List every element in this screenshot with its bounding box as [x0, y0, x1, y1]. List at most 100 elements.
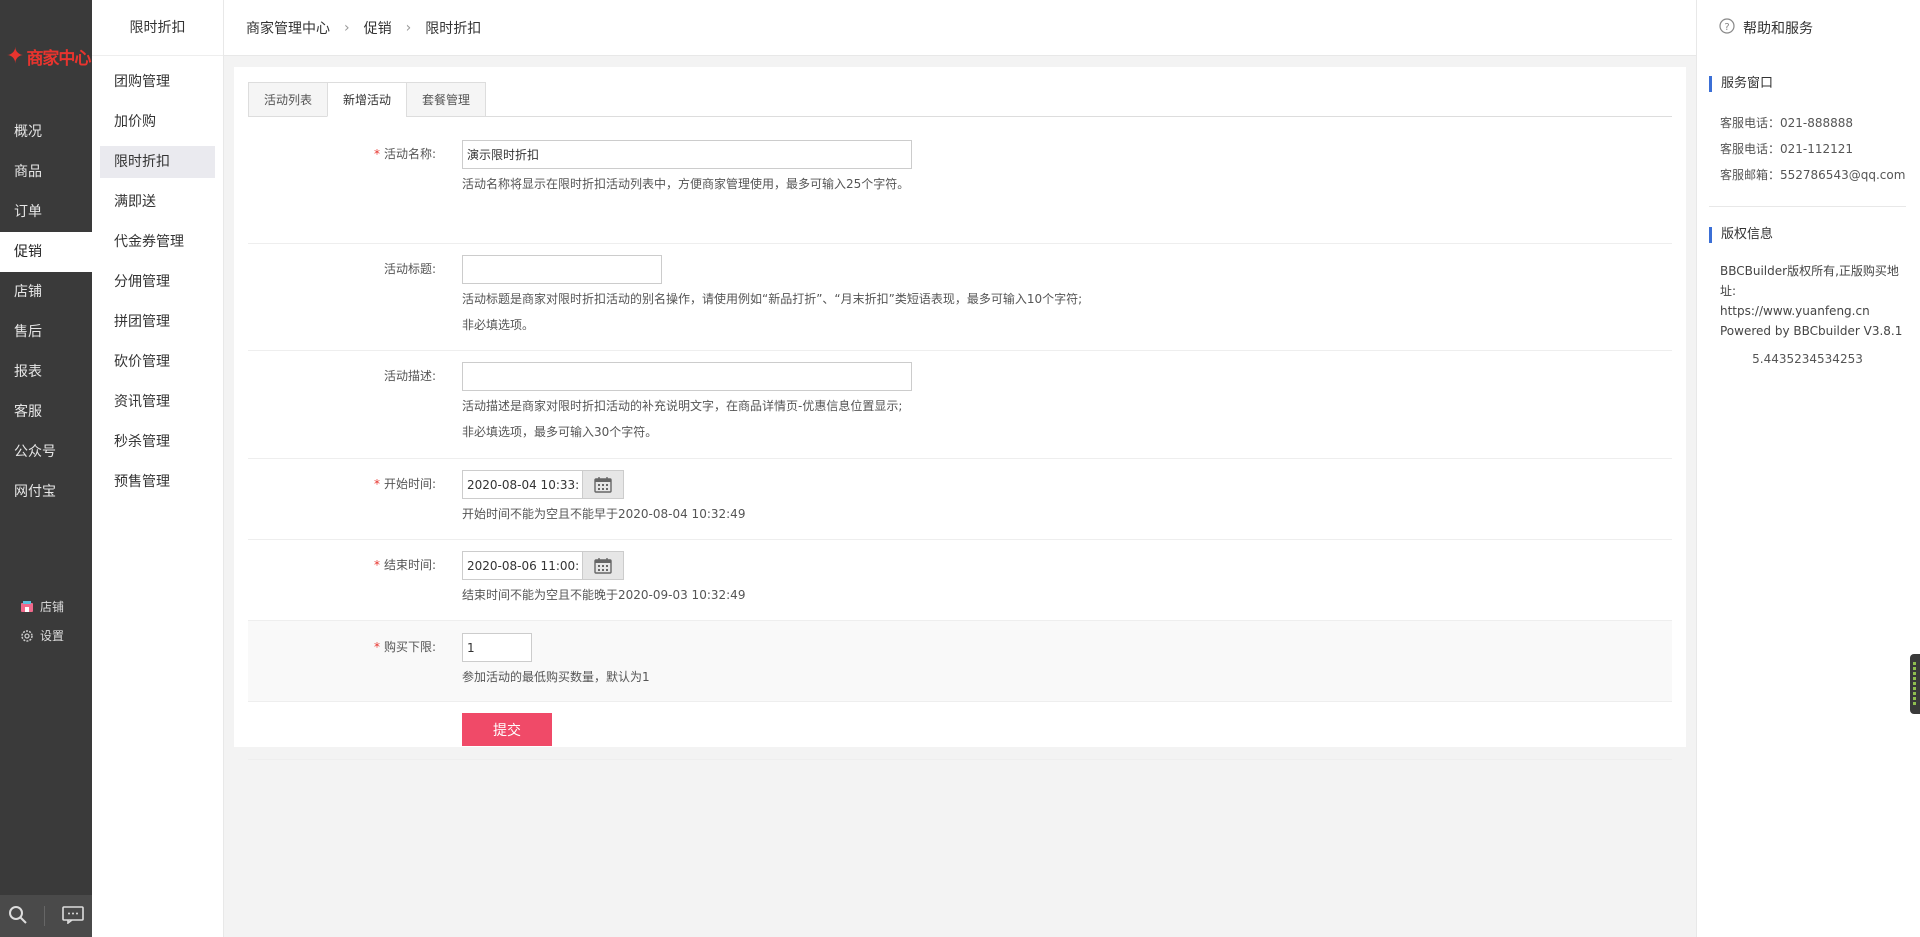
sidebar-item-aftersale[interactable]: 售后	[0, 312, 92, 352]
min-buy-label: 购买下限:	[383, 640, 436, 654]
end-label: 结束时间:	[383, 558, 436, 572]
sidebar-item-orders[interactable]: 订单	[0, 192, 92, 232]
form-row-desc: 活动描述: 活动描述是商家对限时折扣活动的补充说明文字，在商品详情页-优惠信息位…	[248, 351, 1672, 459]
copyright-line-1: BBCBuilder版权所有,正版购买地址:	[1720, 264, 1899, 298]
breadcrumb-item-current: 限时折扣	[425, 20, 482, 37]
service-section: 服务窗口 客服电话：021-888888 客服电话：021-112121 客服邮…	[1697, 76, 1920, 188]
title-hint: 活动标题是商家对限时折扣活动的别名操作，请使用例如“新品打折”、“月末折扣”类短…	[462, 292, 1083, 306]
logo[interactable]: ✦ 商家中心	[0, 0, 92, 112]
settings-link[interactable]: 设置	[20, 621, 64, 650]
submenu-item-presale[interactable]: 预售管理	[100, 466, 215, 498]
sidebar-item-promotion[interactable]: 促销	[0, 232, 92, 272]
submenu-item-group-buy[interactable]: 团购管理	[100, 66, 215, 98]
submenu-title: 限时折扣	[92, 0, 223, 56]
question-icon: ?	[1719, 18, 1735, 38]
service-email: 客服邮箱：552786543@qq.com	[1720, 168, 1906, 182]
store-link-label: 店铺	[40, 600, 65, 614]
submenu-item-group-buying[interactable]: 拼团管理	[100, 306, 215, 338]
required-mark: *	[373, 477, 380, 491]
bottom-divider	[44, 906, 46, 926]
submenu-item-flash-discount[interactable]: 限时折扣	[100, 146, 215, 178]
sidebar-nav: 概况 商品 订单 促销 店铺 售后 报表 客服 公众号 网付宝	[0, 112, 92, 512]
main-sidebar: ✦ 商家中心 概况 商品 订单 促销 店铺 售后 报表 客服 公众号 网付宝 店…	[0, 0, 92, 937]
help-header-title: 帮助和服务	[1743, 21, 1813, 37]
sidebar-item-wangfubao[interactable]: 网付宝	[0, 472, 92, 512]
end-time-picker-button[interactable]	[582, 551, 624, 580]
copyright-powered-by: Powered by BBCbuilder V3.8.1	[1720, 324, 1903, 338]
activity-desc-input[interactable]	[462, 362, 912, 391]
submenu-item-voucher[interactable]: 代金券管理	[100, 226, 215, 258]
store-link[interactable]: 店铺	[20, 592, 64, 621]
title-label: 活动标题:	[383, 262, 436, 276]
end-hint: 结束时间不能为空且不能晚于2020-09-03 10:32:49	[462, 588, 746, 602]
sidebar-bottom-bar	[0, 895, 92, 937]
help-panel: ? 帮助和服务 服务窗口 客服电话：021-888888 客服电话：021-11…	[1696, 0, 1920, 937]
settings-link-label: 设置	[40, 629, 65, 643]
form-row-start: *开始时间: 开始时间不能为空且不能早于2020-08-04 10:32:49	[248, 459, 1672, 540]
version-number: 5.4435234534253	[1752, 352, 1863, 366]
side-float-widget[interactable]	[1910, 654, 1920, 714]
min-buy-hint: 参加活动的最低购买数量，默认为1	[462, 670, 650, 684]
sidebar-tools: 店铺 设置	[20, 592, 64, 650]
store-icon	[20, 600, 34, 614]
desc-hint: 活动描述是商家对限时折扣活动的补充说明文字，在商品详情页-优惠信息位置显示;	[462, 399, 903, 413]
breadcrumb-item-home[interactable]: 商家管理中心	[246, 18, 330, 38]
submenu-item-bargain[interactable]: 砍价管理	[100, 346, 215, 378]
sidebar-item-store[interactable]: 店铺	[0, 272, 92, 312]
submenu-item-commission[interactable]: 分佣管理	[100, 266, 215, 298]
desc-label: 活动描述:	[383, 369, 436, 383]
service-phone-1: 客服电话：021-888888	[1720, 116, 1854, 130]
svg-text:?: ?	[1724, 22, 1729, 33]
activity-title-input[interactable]	[462, 255, 662, 284]
sidebar-item-goods[interactable]: 商品	[0, 152, 92, 192]
submenu-item-full-gift[interactable]: 满即送	[100, 186, 215, 218]
form-row-end: *结束时间: 结束时间不能为空且不能晚于2020-09-03 10:32:49	[248, 540, 1672, 621]
help-divider	[1709, 206, 1906, 207]
start-time-picker-button[interactable]	[582, 470, 624, 499]
submenu-item-seckill[interactable]: 秒杀管理	[100, 426, 215, 458]
calendar-icon	[594, 477, 612, 493]
sidebar-item-overview[interactable]: 概况	[0, 112, 92, 152]
end-time-input[interactable]	[462, 551, 582, 580]
promotion-submenu: 限时折扣 团购管理 加价购 限时折扣 满即送 代金券管理 分佣管理 拼团管理 砍…	[92, 0, 224, 937]
name-label: 活动名称:	[383, 147, 436, 161]
tab-bar: 活动列表 新增活动 套餐管理	[248, 82, 1672, 117]
gear-icon	[20, 629, 34, 643]
tab-package-management[interactable]: 套餐管理	[406, 82, 487, 117]
chevron-right-icon: ›	[344, 19, 350, 36]
copyright-section: 版权信息 BBCBuilder版权所有,正版购买地址: https://www.…	[1697, 227, 1920, 369]
search-icon[interactable]	[8, 905, 28, 928]
tab-activity-list[interactable]: 活动列表	[248, 82, 329, 117]
activity-form: *活动名称: 活动名称将显示在限时折扣活动列表中，方便商家管理使用，最多可输入2…	[248, 132, 1672, 760]
form-row-name: *活动名称: 活动名称将显示在限时折扣活动列表中，方便商家管理使用，最多可输入2…	[248, 132, 1672, 244]
required-mark: *	[373, 558, 380, 572]
start-hint: 开始时间不能为空且不能早于2020-08-04 10:32:49	[462, 507, 746, 521]
main-panel: 活动列表 新增活动 套餐管理 *活动名称: 活动名称将显示在限时折扣活动列表中，…	[234, 67, 1686, 760]
message-icon[interactable]	[62, 905, 84, 927]
start-time-input[interactable]	[462, 470, 582, 499]
breadcrumb-item-promotion[interactable]: 促销	[364, 18, 392, 38]
copyright-title: 版权信息	[1709, 227, 1906, 243]
help-header: ? 帮助和服务	[1697, 0, 1920, 56]
form-row-submit: 提交	[248, 702, 1672, 760]
name-hint: 活动名称将显示在限时折扣活动列表中，方便商家管理使用，最多可输入25个字符。	[462, 177, 910, 191]
form-row-title: 活动标题: 活动标题是商家对限时折扣活动的别名操作，请使用例如“新品打折”、“月…	[248, 244, 1672, 351]
submenu-item-add-price[interactable]: 加价购	[100, 106, 215, 138]
logo-icon: ✦	[6, 43, 24, 69]
tab-add-activity[interactable]: 新增活动	[327, 82, 408, 117]
copyright-url[interactable]: https://www.yuanfeng.cn	[1709, 301, 1906, 321]
submenu-item-news[interactable]: 资讯管理	[100, 386, 215, 418]
min-buy-input[interactable]	[462, 633, 532, 662]
submit-button[interactable]: 提交	[462, 713, 552, 746]
sidebar-item-official-account[interactable]: 公众号	[0, 432, 92, 472]
required-mark: *	[373, 640, 380, 654]
start-label: 开始时间:	[383, 477, 436, 491]
form-row-min-buy: *购买下限: 参加活动的最低购买数量，默认为1	[248, 621, 1672, 702]
required-mark: *	[373, 147, 380, 161]
sidebar-item-service[interactable]: 客服	[0, 392, 92, 432]
activity-name-input[interactable]	[462, 140, 912, 169]
service-title: 服务窗口	[1709, 76, 1906, 92]
sidebar-item-reports[interactable]: 报表	[0, 352, 92, 392]
calendar-icon	[594, 558, 612, 574]
title-hint-optional: 非必填选项。	[462, 318, 535, 332]
